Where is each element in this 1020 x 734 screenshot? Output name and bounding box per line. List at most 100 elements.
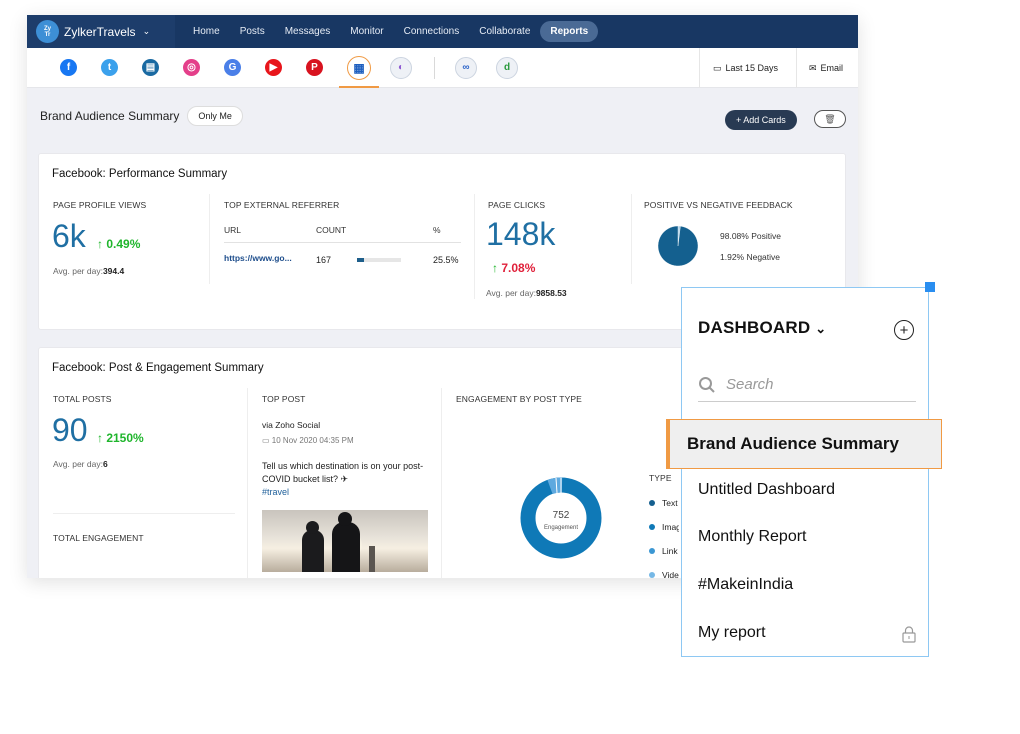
metric-delta: ↑ 2150%: [97, 431, 144, 445]
instagram-icon: ◎: [187, 62, 196, 73]
mail-icon: ✉: [809, 62, 817, 73]
legend-item-text: Text: [649, 498, 679, 508]
dashboard-item-monthly-report[interactable]: Monthly Report: [698, 528, 807, 546]
lock-icon: [902, 626, 916, 643]
nav-reports[interactable]: Reports: [540, 21, 599, 42]
linkedin-page-icon: ▤: [145, 62, 156, 73]
top-navbar: Zy Tr ZylkerTravels ⌄ Home Posts Messages…: [27, 15, 858, 48]
negative-legend: 1.92% Negative: [720, 252, 781, 262]
dashboard-search[interactable]: Search: [698, 368, 916, 402]
search-icon: [699, 376, 715, 393]
legend-label: Video: [662, 570, 679, 578]
by-type-label: ENGAGEMENT BY POST TYPE: [456, 394, 582, 404]
resize-handle[interactable]: [925, 282, 935, 292]
network-tab-linkedin-page[interactable]: ▤: [142, 59, 159, 76]
network-tab-dashboard[interactable]: ▦: [339, 55, 379, 88]
donut-center-value: 752: [553, 510, 570, 521]
positive-legend: 98.08% Positive: [720, 231, 781, 241]
col-count: COUNT: [316, 225, 347, 235]
brand-switcher[interactable]: Zy Tr ZylkerTravels ⌄: [27, 15, 175, 48]
chevron-down-icon: ⌄: [815, 321, 827, 336]
referrer-share-bar: [357, 258, 401, 262]
dashboard-item-brand-audience-summary[interactable]: Brand Audience Summary: [666, 419, 942, 469]
nav-collaborate[interactable]: Collaborate: [469, 21, 540, 42]
card-title: Facebook: Performance Summary: [52, 168, 228, 180]
table-divider: [224, 242, 461, 243]
nav-home[interactable]: Home: [183, 21, 230, 42]
dashboard-item-untitled[interactable]: Untitled Dashboard: [698, 481, 835, 499]
google-my-business-icon: G: [228, 62, 237, 73]
nav-posts[interactable]: Posts: [230, 21, 275, 42]
dropdown-title[interactable]: DASHBOARD ⌄: [698, 318, 826, 338]
feedback-label: POSITIVE VS NEGATIVE FEEDBACK: [644, 200, 793, 210]
date-range-button[interactable]: ▭ Last 15 Days: [699, 48, 791, 88]
divider: [441, 388, 442, 578]
facebook-icon: f: [66, 62, 71, 73]
top-post-image[interactable]: [262, 510, 428, 572]
network-tab-pinterest[interactable]: P: [306, 59, 323, 76]
network-tabs: f t ▤ ◎ G ▶ P ▦ ◐ ∞ d: [27, 55, 537, 88]
email-button[interactable]: ✉ Email: [796, 48, 855, 88]
divider: [247, 388, 248, 578]
add-dashboard-icon[interactable]: +: [894, 320, 914, 340]
dashboard-item-my-report[interactable]: My report: [698, 624, 766, 642]
youtube-icon: ▶: [269, 62, 278, 73]
visibility-button[interactable]: Only Me: [187, 106, 243, 126]
add-cards-button[interactable]: + Add Cards: [725, 110, 797, 130]
network-tab-google-my-business[interactable]: G: [224, 59, 241, 76]
metric-value: 90: [52, 412, 88, 448]
page-header: Brand Audience Summary Only Me + Add Car…: [27, 88, 858, 144]
calendar-icon: ▭: [713, 62, 722, 73]
network-tab-zoho-desk[interactable]: ∞: [455, 56, 477, 79]
total-engagement-label: TOTAL ENGAGEMENT: [53, 533, 144, 543]
email-label: Email: [820, 63, 844, 73]
metric-value: 148k: [486, 216, 556, 252]
network-tab-facebook[interactable]: f: [60, 59, 77, 76]
page-title: Brand Audience Summary: [40, 109, 180, 123]
metric-delta: ↑ 0.49%: [97, 237, 141, 251]
brand-logo: Zy Tr: [36, 20, 59, 43]
legend-dot: [649, 572, 655, 578]
metric-value: 6k: [52, 218, 86, 254]
delete-button[interactable]: 🗑: [814, 110, 846, 128]
type-header: TYPE: [649, 473, 672, 483]
legend-dot: [649, 548, 655, 554]
divider: [53, 513, 235, 514]
hashtag-link[interactable]: #travel: [262, 487, 289, 497]
nav-connections[interactable]: Connections: [394, 21, 470, 42]
zoho-desk-icon: ∞: [462, 62, 470, 73]
avg-per-day: Avg. per day:9858.53: [486, 288, 567, 298]
nav-monitor[interactable]: Monitor: [340, 21, 393, 42]
date-range-label: Last 15 Days: [725, 63, 779, 73]
legend-item-link: Link: [649, 546, 679, 556]
legend-dot: [649, 500, 655, 506]
referrer-url-link[interactable]: https://www.go...: [224, 253, 292, 263]
legend-label: Link: [662, 546, 678, 556]
comment-icon: ▭: [262, 436, 270, 445]
feedback-pie-chart: [657, 225, 699, 267]
network-tab-twitter[interactable]: t: [101, 59, 118, 76]
col-percent: %: [433, 225, 441, 235]
legend-item-video: Video: [649, 570, 679, 578]
col-url: URL: [224, 225, 242, 235]
brand-name: ZylkerTravels: [64, 24, 136, 39]
network-tab-zoho-crm[interactable]: ◐: [390, 56, 412, 79]
engagement-donut-chart: 752 Engagement: [520, 477, 602, 559]
network-tab-youtube[interactable]: ▶: [265, 59, 282, 76]
trash-icon: 🗑: [824, 113, 836, 124]
network-tab-instagram[interactable]: ◎: [183, 59, 200, 76]
top-post-source: via Zoho Social: [262, 420, 321, 430]
legend-label: Text: [662, 498, 678, 508]
referrer-count: 167: [316, 255, 332, 265]
divider: [209, 194, 210, 284]
search-input[interactable]: Search: [726, 376, 774, 393]
main-nav: Home Posts Messages Monitor Connections …: [183, 21, 599, 42]
metric-label: PAGE CLICKS: [488, 200, 546, 210]
top-post-text: Tell us which destination is on your pos…: [262, 461, 424, 497]
top-post-label: TOP POST: [262, 394, 306, 404]
chevron-down-icon: ⌄: [142, 26, 151, 36]
nav-messages[interactable]: Messages: [275, 21, 341, 42]
dashboard-dropdown: DASHBOARD ⌄ + Search Untitled Dashboard …: [681, 287, 929, 657]
network-tab-zoho-bookings[interactable]: d: [496, 56, 518, 79]
dashboard-item-makeinindia[interactable]: #MakeinIndia: [698, 576, 793, 594]
